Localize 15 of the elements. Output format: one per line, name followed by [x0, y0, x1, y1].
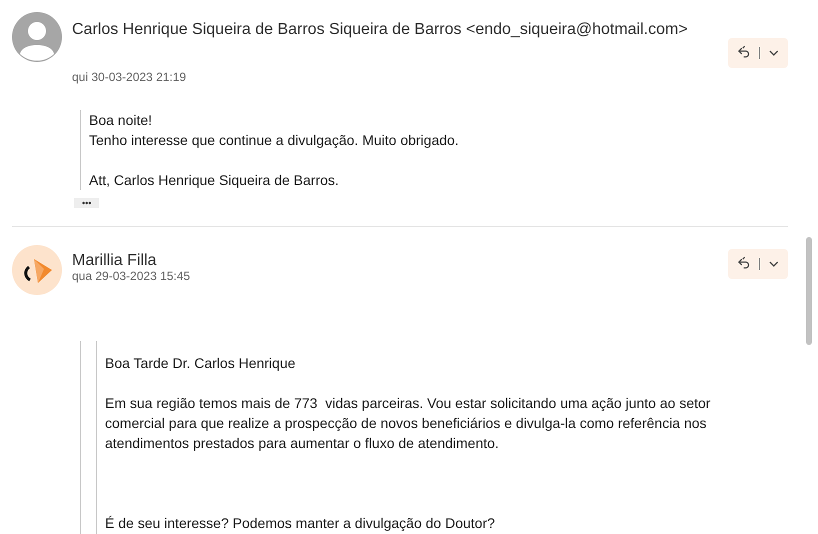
message-paragraph: Em sua região temos mais de 773 vidas parceiras. Vou estar solicitando uma ação junto ao setor comercial para que realize a prospecção de novos beneficiários e divulga-la como referência nos atendimentos prestados para aumentar o fluxo de atendimento.: [105, 394, 712, 453]
scrollbar-thumb[interactable]: [806, 237, 812, 345]
logo-avatar-icon: [12, 245, 62, 295]
reply-action-button[interactable]: [728, 249, 788, 279]
message-paragraph: Boa noite! Tenho interesse que continue a divulgação. Muito obrigado.: [89, 111, 460, 150]
message-date: qui 30-03-2023 21:19: [72, 69, 188, 86]
message-date: qua 29-03-2023 15:45: [72, 268, 192, 285]
message-paragraph: Att, Carlos Henrique Siqueira de Barros.: [89, 171, 340, 190]
show-more-button[interactable]: •••: [74, 198, 100, 208]
sender-name: Marillia Filla: [72, 251, 156, 271]
message-paragraph: É de seu interesse? Podemos manter a divulgação do Doutor?: [105, 514, 496, 533]
sender-name: Carlos Henrique Siqueira de Barros Siqueira de Barros <endo_siqueira@hotmail.com>: [72, 20, 688, 40]
message-paragraph: Boa Tarde Dr. Carlos Henrique: [105, 354, 296, 373]
reply-action-button[interactable]: [728, 38, 788, 68]
avatar-icon: [12, 12, 62, 62]
